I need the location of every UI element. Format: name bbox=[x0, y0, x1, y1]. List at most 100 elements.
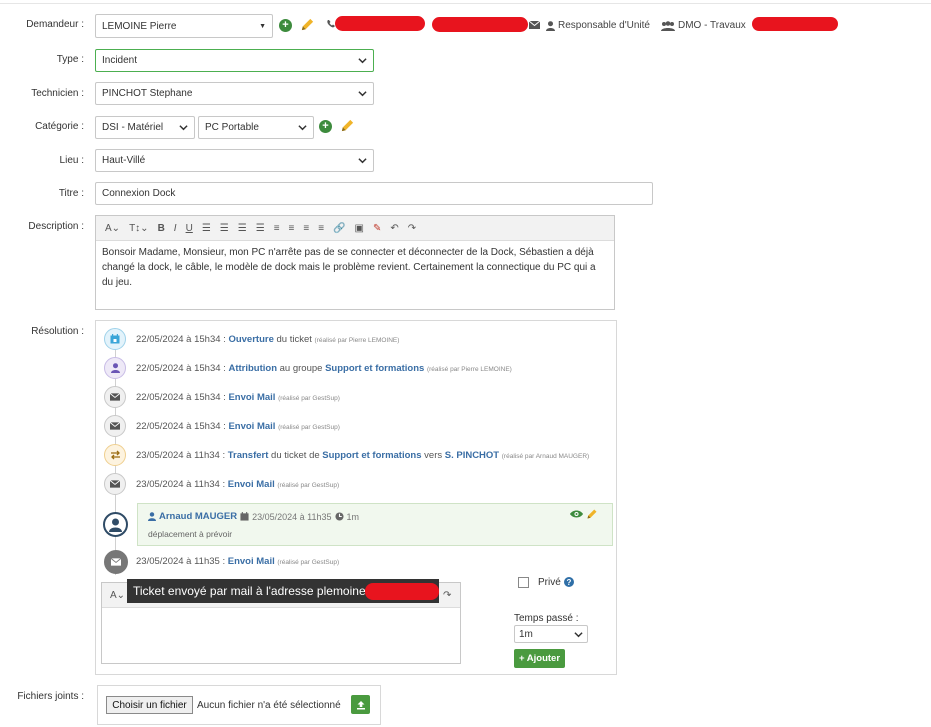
top-divider bbox=[0, 3, 931, 4]
type-label: Type : bbox=[56, 54, 84, 65]
chevron-down-icon bbox=[574, 631, 583, 637]
attachments-label: Fichiers joints : bbox=[17, 691, 84, 702]
chevron-down-icon bbox=[358, 158, 367, 164]
user-icon bbox=[546, 20, 555, 31]
category-select[interactable]: DSI - Matériel bbox=[95, 116, 195, 139]
redo-icon[interactable]: ↷ bbox=[443, 588, 451, 602]
envelope-icon bbox=[104, 415, 126, 437]
place-select[interactable]: Haut-Villé bbox=[95, 149, 374, 172]
redacted-email bbox=[432, 17, 528, 32]
font-color-icon[interactable]: A⌄ bbox=[105, 221, 120, 235]
requester-role-text: Responsable d'Unité bbox=[558, 20, 650, 31]
bullet-list-icon[interactable]: ☰ bbox=[202, 221, 211, 235]
text-size-icon[interactable]: T↕⌄ bbox=[129, 221, 149, 235]
outdent-icon[interactable]: ☰ bbox=[256, 221, 265, 235]
time-spent-label: Temps passé : bbox=[514, 613, 579, 624]
subcategory-select[interactable]: PC Portable bbox=[198, 116, 314, 139]
category-value: DSI - Matériel bbox=[102, 122, 164, 133]
timeline-event: 22/05/2024 à 15h34 : Ouverture du ticket… bbox=[136, 334, 400, 345]
type-value: Incident bbox=[102, 55, 138, 66]
justify-icon[interactable]: ≡ bbox=[318, 221, 324, 235]
timeline-event: 22/05/2024 à 15h34 : Envoi Mail (réalisé… bbox=[136, 421, 340, 432]
chevron-down-icon bbox=[298, 125, 307, 131]
title-input[interactable]: Connexion Dock bbox=[95, 182, 653, 205]
align-left-icon[interactable]: ≡ bbox=[274, 221, 280, 235]
place-value: Haut-Villé bbox=[102, 155, 146, 166]
time-spent-select[interactable]: 1m bbox=[514, 625, 588, 643]
private-label: Privé bbox=[538, 577, 561, 588]
comment-header: Arnaud MAUGER 23/05/2024 à 11h35 1m bbox=[148, 511, 359, 522]
requester-select[interactable]: LEMOINE Pierre ▼ bbox=[95, 14, 273, 38]
font-color-icon[interactable]: A⌄ bbox=[110, 588, 125, 602]
type-select[interactable]: Incident bbox=[95, 49, 374, 72]
title-value: Connexion Dock bbox=[102, 188, 176, 199]
timeline-event: 23/05/2024 à 11h35 : Envoi Mail (réalisé… bbox=[136, 556, 340, 567]
category-label: Catégorie : bbox=[35, 121, 84, 132]
description-label: Description : bbox=[28, 221, 84, 232]
timeline-event: 22/05/2024 à 15h34 : Attribution au grou… bbox=[136, 363, 512, 374]
comment-card: Arnaud MAUGER 23/05/2024 à 11h35 1m dépl… bbox=[137, 503, 613, 546]
user-assign-icon bbox=[104, 357, 126, 379]
avatar bbox=[103, 512, 128, 537]
numbered-list-icon[interactable]: ☰ bbox=[220, 221, 229, 235]
users-group-icon bbox=[661, 20, 675, 31]
indent-icon[interactable]: ☰ bbox=[238, 221, 247, 235]
help-icon[interactable]: ? bbox=[564, 577, 574, 587]
chevron-down-icon bbox=[358, 58, 367, 64]
italic-icon[interactable]: I bbox=[174, 221, 177, 235]
undo-icon[interactable]: ↶ bbox=[390, 221, 398, 235]
chevron-down-icon bbox=[358, 91, 367, 97]
envelope-icon bbox=[104, 550, 128, 574]
no-file-text: Aucun fichier n'a été sélectionné bbox=[197, 700, 341, 711]
choose-file-button[interactable]: Choisir un fichier bbox=[106, 696, 193, 714]
edit-comment-pencil-icon[interactable] bbox=[586, 508, 598, 520]
comment-date: 23/05/2024 à 11h35 bbox=[252, 511, 332, 522]
add-requester-icon[interactable]: + bbox=[279, 19, 292, 32]
user-icon bbox=[148, 512, 156, 521]
requester-service: DMO - Travaux bbox=[661, 20, 746, 31]
mail-icon bbox=[529, 21, 540, 29]
edit-requester-pencil-icon[interactable] bbox=[300, 17, 315, 32]
resolution-label: Résolution : bbox=[31, 326, 84, 337]
requester-service-text: DMO - Travaux bbox=[678, 20, 746, 31]
requester-label: Demandeur : bbox=[26, 19, 84, 30]
eraser-icon[interactable]: ✎ bbox=[373, 221, 381, 235]
description-text: Bonsoir Madame, Monsieur, mon PC n'arrêt… bbox=[102, 247, 596, 288]
comment-duration: 1m bbox=[346, 511, 360, 522]
envelope-icon bbox=[104, 386, 126, 408]
private-checkbox[interactable] bbox=[518, 577, 529, 588]
redacted-email-tooltip bbox=[365, 583, 439, 600]
calendar-icon bbox=[240, 512, 249, 521]
timeline-event: 22/05/2024 à 15h34 : Envoi Mail (réalisé… bbox=[136, 392, 340, 403]
calendar-icon bbox=[104, 328, 126, 350]
align-center-icon[interactable]: ≡ bbox=[289, 221, 295, 235]
transfer-arrows-icon bbox=[104, 444, 126, 466]
image-icon[interactable]: ▣ bbox=[355, 221, 364, 235]
technician-select[interactable]: PINCHOT Stephane bbox=[95, 82, 374, 105]
upload-icon[interactable] bbox=[351, 695, 370, 714]
comment-author: Arnaud MAUGER bbox=[159, 511, 238, 522]
clock-icon bbox=[334, 512, 344, 521]
add-button[interactable]: + Ajouter bbox=[514, 649, 565, 668]
redacted-extra bbox=[752, 17, 838, 31]
add-category-icon[interactable]: + bbox=[319, 120, 332, 133]
requester-value: LEMOINE Pierre bbox=[102, 20, 177, 32]
timeline-event: 23/05/2024 à 11h34 : Envoi Mail (réalisé… bbox=[136, 479, 340, 490]
link-icon[interactable]: 🔗 bbox=[333, 221, 345, 235]
technician-value: PINCHOT Stephane bbox=[102, 88, 193, 99]
underline-icon[interactable]: U bbox=[186, 221, 193, 235]
align-right-icon[interactable]: ≡ bbox=[303, 221, 309, 235]
redacted-phone bbox=[335, 16, 425, 31]
comment-text: déplacement à prévoir bbox=[148, 529, 233, 539]
title-label: Titre : bbox=[58, 188, 84, 199]
edit-category-pencil-icon[interactable] bbox=[340, 118, 355, 133]
tooltip-text: Ticket envoyé par mail à l'adresse plemo… bbox=[133, 584, 366, 598]
chevron-down-icon bbox=[179, 125, 188, 131]
subcategory-value: PC Portable bbox=[205, 122, 259, 133]
redo-icon[interactable]: ↷ bbox=[408, 221, 416, 235]
place-label: Lieu : bbox=[59, 155, 84, 166]
timeline-event: 23/05/2024 à 11h34 : Transfert du ticket… bbox=[136, 450, 590, 461]
bold-icon[interactable]: B bbox=[158, 221, 165, 235]
eye-icon[interactable] bbox=[570, 509, 583, 519]
description-editor[interactable]: A⌄ T↕⌄ B I U ☰ ☰ ☰ ☰ ≡ ≡ ≡ ≡ 🔗 ▣ ✎ ↶ ↷ B… bbox=[95, 215, 615, 310]
